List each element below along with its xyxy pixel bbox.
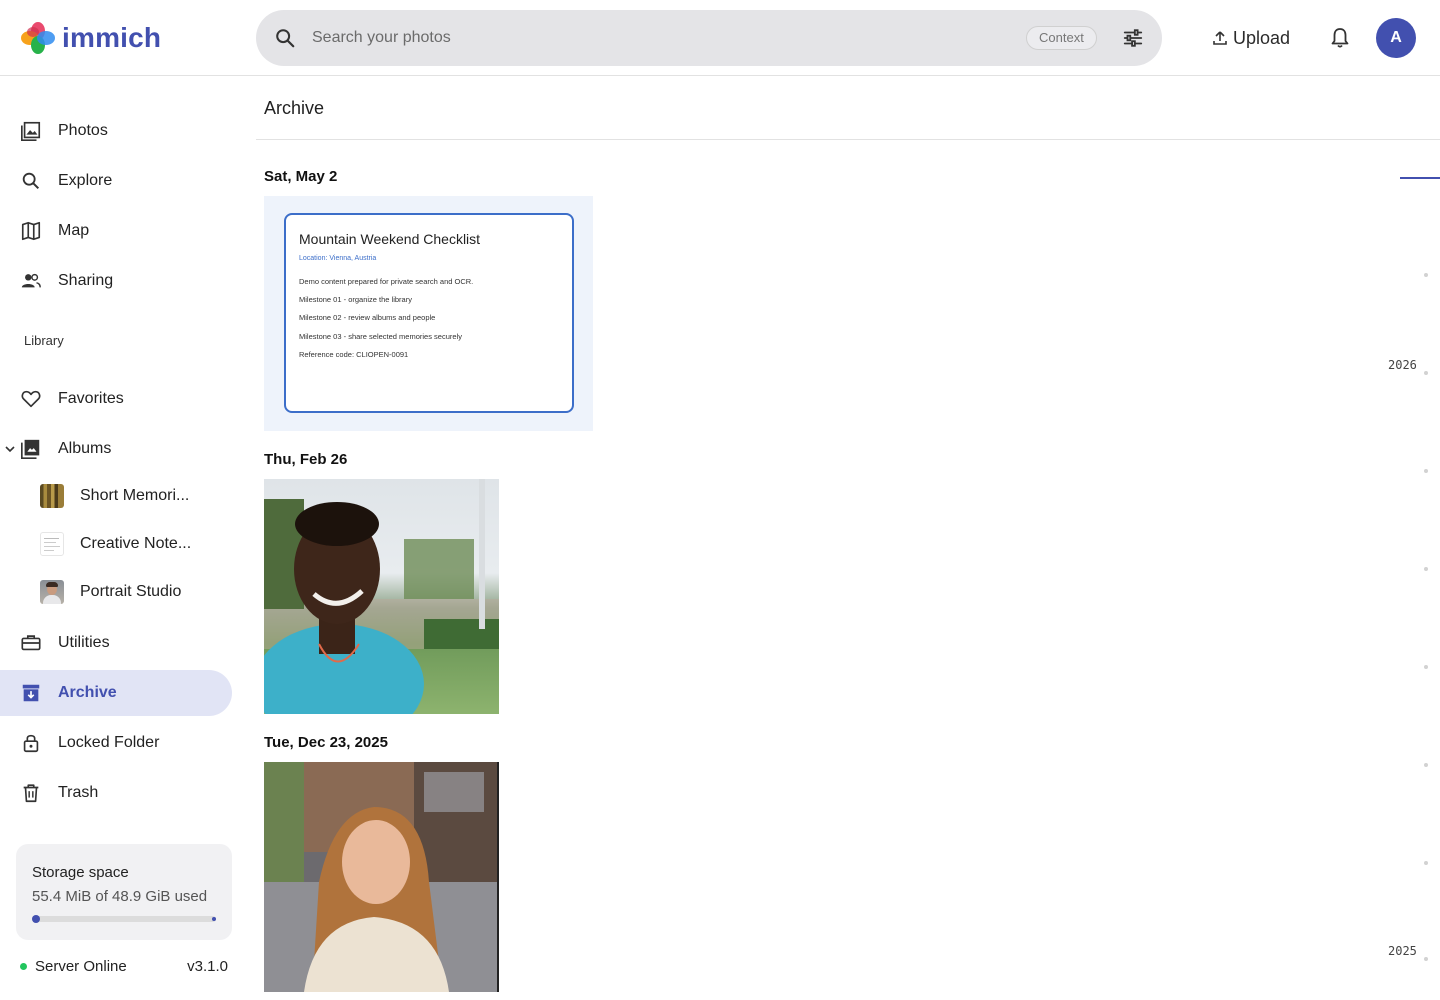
timeline-dot[interactable] [1424,469,1428,473]
storage-progress-fill [32,915,40,923]
storage-panel: Storage space 55.4 MiB of 48.9 GiB used [16,844,232,940]
search-input[interactable] [312,24,952,52]
sidebar-item-label: Map [58,222,90,239]
toolbox-icon [21,635,41,651]
heart-icon [21,390,41,408]
trash-icon [23,784,39,803]
top-bar: immich Context Upload A [0,0,1440,76]
timeline-scrubber-marker[interactable] [1400,177,1440,179]
sidebar-item-label: Explore [58,172,113,189]
immich-logo[interactable]: immich [20,20,161,56]
sidebar-item-label: Photos [58,122,108,139]
timeline-dot[interactable] [1424,371,1428,375]
chevron-down-icon[interactable] [4,443,16,455]
timeline-dot[interactable] [1424,957,1428,961]
search-icon [22,172,40,190]
asset-thumbnail-document[interactable]: Mountain Weekend Checklist Location: Vie… [264,196,593,431]
timeline-year-label[interactable]: 2026 [1388,358,1417,372]
server-online-dot [20,963,27,970]
asset-thumbnail-photo[interactable] [264,479,499,714]
timeline-dot[interactable] [1424,665,1428,669]
search-options-icon[interactable] [1122,27,1144,49]
sidebar-item-label: Locked Folder [58,734,160,751]
portrait-man-image [264,479,499,714]
sidebar-item-label: Favorites [58,390,124,407]
sidebar-item-photos[interactable]: Photos [0,108,232,154]
album-item-short-memories[interactable]: Short Memori... [0,476,232,520]
sidebar-item-favorites[interactable]: Favorites [0,376,232,422]
sidebar-item-label: Albums [58,440,112,457]
document-line: Milestone 03 - share selected memories s… [299,332,462,341]
timeline-dot[interactable] [1424,861,1428,865]
album-label: Creative Note... [80,535,192,552]
sidebar-item-map[interactable]: Map [0,208,232,254]
server-status: Server Online v3.1.0 [20,958,230,978]
album-thumbnail [40,532,64,556]
document-line: Milestone 02 - review albums and people [299,313,436,322]
timeline-dot[interactable] [1424,763,1428,767]
context-search-chip[interactable]: Context [1026,26,1097,50]
page-title: Archive [264,98,325,118]
album-item-portrait-studio[interactable]: Portrait Studio [0,572,232,616]
sidebar: Photos Explore Map Sharing Library Favor… [0,76,248,1000]
sidebar-item-sharing[interactable]: Sharing [0,258,232,304]
sidebar-item-explore[interactable]: Explore [0,158,232,204]
sidebar-item-utilities[interactable]: Utilities [0,620,232,666]
document-line: Demo content prepared for private search… [299,277,474,286]
people-icon [21,273,41,288]
date-group-header[interactable]: Thu, Feb 26 [264,451,347,468]
sidebar-item-trash[interactable]: Trash [0,770,232,816]
search-icon[interactable] [274,27,296,49]
sidebar-item-label: Utilities [58,634,110,651]
album-label: Short Memori... [80,487,190,504]
storage-used-text: 55.4 MiB of 48.9 GiB used [32,888,208,905]
timeline-dot[interactable] [1424,567,1428,571]
upload-button[interactable]: Upload [1212,24,1290,52]
album-thumbnail [40,484,64,508]
storage-progress-end [212,917,216,921]
sidebar-item-archive[interactable]: Archive [0,670,232,716]
storage-title: Storage space [32,864,129,881]
lock-icon [23,734,39,753]
main-content: Archive Sat, May 2 Mountain Weekend Chec… [248,76,1440,1000]
timeline-dot[interactable] [1424,273,1428,277]
sidebar-item-label: Archive [58,684,117,701]
archive-icon [22,684,40,702]
map-icon [21,221,41,241]
user-avatar[interactable]: A [1376,18,1416,58]
date-group-header[interactable]: Sat, May 2 [264,168,337,185]
sidebar-item-label: Sharing [58,272,114,289]
server-version[interactable]: v3.1.0 [187,958,228,975]
library-section-label: Library [24,333,64,348]
document-line: Milestone 01 - organize the library [299,295,412,304]
upload-label: Upload [1233,27,1291,48]
album-label: Portrait Studio [80,583,182,600]
immich-logo-icon [21,22,55,54]
search-bar[interactable]: Context [256,10,1162,66]
asset-thumbnail-photo[interactable] [264,762,499,992]
logo-text: immich [62,22,162,53]
server-status-label: Server Online [35,958,127,975]
album-icon [21,439,40,459]
storage-progress-bar [32,915,216,923]
sidebar-item-label: Trash [58,784,99,801]
document-title: Mountain Weekend Checklist [299,231,481,247]
timeline-year-label[interactable]: 2025 [1388,944,1417,958]
document-location: Location: Vienna, Austria [299,255,377,262]
notifications-bell-icon[interactable] [1328,26,1352,50]
sidebar-item-albums[interactable]: Albums [0,426,232,472]
upload-icon [1213,31,1227,45]
title-divider [256,139,1440,140]
album-item-creative-notes[interactable]: Creative Note... [0,524,232,568]
date-group-header[interactable]: Tue, Dec 23, 2025 [264,734,388,751]
sidebar-item-locked-folder[interactable]: Locked Folder [0,720,232,766]
document-card: Mountain Weekend Checklist Location: Vie… [284,213,574,413]
document-line: Reference code: CLIOPEN-0091 [299,350,409,359]
photos-icon [21,121,41,141]
portrait-woman-image [264,762,499,992]
album-thumbnail [40,580,64,604]
